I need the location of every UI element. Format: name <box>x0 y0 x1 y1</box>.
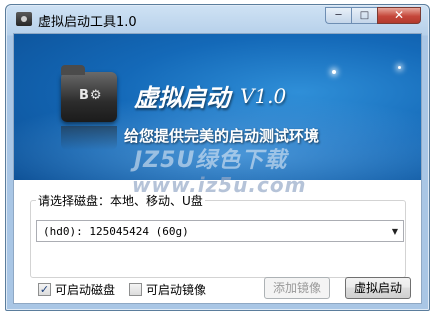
folder-logo-icon: B⚙ <box>61 65 117 122</box>
bootable-disk-checkbox[interactable]: ✓ <box>38 283 51 296</box>
banner-title: 虚拟启动 <box>134 83 230 112</box>
disk-select[interactable]: (hd0): 125045424 (60g) ▼ <box>36 220 404 242</box>
app-icon <box>16 12 32 26</box>
app-window: 虚拟启动工具1.0 ─ □ ✕ B⚙ 虚拟启动 V1.0 给您提供完美的启动测试… <box>5 4 430 311</box>
watermark-text: JZ5U绿色下载 <box>134 148 288 173</box>
logo-gear-text: B⚙ <box>79 88 103 103</box>
star-sparkle <box>398 66 401 69</box>
bootable-disk-label[interactable]: 可启动磁盘 <box>55 281 115 298</box>
chevron-down-icon[interactable]: ▼ <box>387 227 403 236</box>
disk-select-value: (hd0): 125045424 (60g) <box>43 224 189 238</box>
banner: B⚙ 虚拟启动 V1.0 给您提供完美的启动测试环境 JZ5U绿色下载 <box>14 34 421 180</box>
star-sparkle <box>332 70 336 74</box>
caption-buttons: ─ □ ✕ <box>325 7 421 24</box>
title-bar[interactable]: 虚拟启动工具1.0 ─ □ ✕ <box>6 5 429 33</box>
bootable-image-option[interactable]: 可启动镜像 <box>129 281 206 298</box>
bootable-image-label[interactable]: 可启动镜像 <box>146 281 206 298</box>
logo-reflection <box>61 126 117 150</box>
close-button[interactable]: ✕ <box>377 7 421 24</box>
disk-group-legend: 请选择磁盘：本地、移动、U盘 <box>36 192 205 209</box>
bootable-disk-option[interactable]: ✓ 可启动磁盘 <box>38 281 115 298</box>
maximize-button[interactable]: □ <box>351 7 377 24</box>
window-title: 虚拟启动工具1.0 <box>38 15 137 30</box>
minimize-button[interactable]: ─ <box>325 7 351 24</box>
banner-version: V1.0 <box>240 84 287 108</box>
add-image-button[interactable]: 添加镜像 <box>264 277 330 299</box>
bootable-image-checkbox[interactable] <box>129 283 142 296</box>
client-area: B⚙ 虚拟启动 V1.0 给您提供完美的启动测试环境 JZ5U绿色下载 www.… <box>13 33 422 304</box>
virtual-boot-button[interactable]: 虚拟启动 <box>345 277 411 299</box>
